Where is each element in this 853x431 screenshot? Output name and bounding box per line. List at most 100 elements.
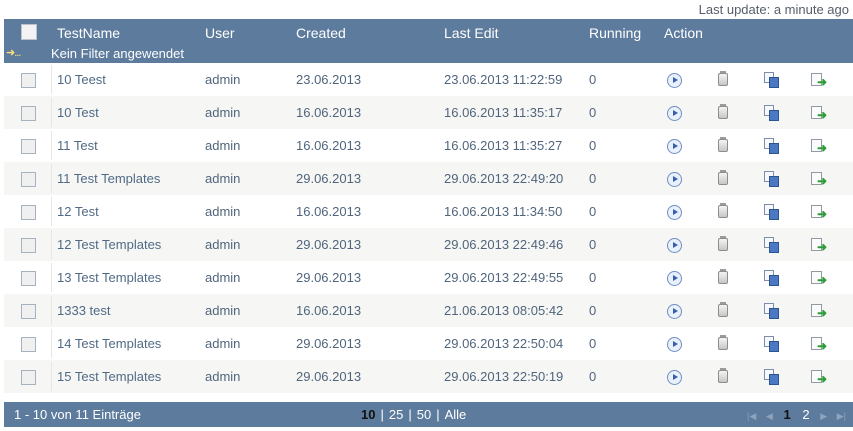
page-link-current[interactable]: 1 — [783, 407, 790, 422]
user-cell: admin — [205, 138, 241, 153]
row-checkbox[interactable] — [21, 106, 36, 121]
export-icon[interactable]: ➜ — [811, 303, 827, 319]
run-icon[interactable] — [667, 271, 682, 286]
copy-icon[interactable] — [764, 336, 780, 352]
row-checkbox[interactable] — [21, 205, 36, 220]
copy-icon[interactable] — [764, 303, 780, 319]
column-header-created[interactable]: Created — [296, 25, 346, 41]
copy-icon[interactable] — [764, 72, 780, 88]
prev-page-icon[interactable]: ◀ — [766, 411, 773, 421]
separator: | — [436, 407, 440, 422]
test-name-link[interactable]: 15 Test Templates — [57, 369, 161, 384]
table-row[interactable]: 13 Test Templates admin 29.06.2013 29.06.20… — [4, 261, 853, 294]
row-checkbox[interactable] — [21, 370, 36, 385]
copy-icon[interactable] — [764, 171, 780, 187]
table-row[interactable]: 11 Test Templates admin 29.06.2013 29.06.20… — [4, 162, 853, 195]
delete-icon[interactable] — [718, 104, 728, 119]
column-header-user[interactable]: User — [205, 25, 235, 41]
copy-icon[interactable] — [764, 204, 780, 220]
test-name-link[interactable]: 12 Test Templates — [57, 237, 161, 252]
run-icon[interactable] — [667, 304, 682, 319]
export-icon[interactable]: ➜ — [811, 171, 827, 187]
page-size-option[interactable]: 25 — [389, 407, 403, 422]
row-checkbox[interactable] — [21, 73, 36, 88]
delete-icon[interactable] — [718, 368, 728, 383]
column-header-testname[interactable]: TestName — [57, 25, 120, 41]
export-icon[interactable]: ➜ — [811, 336, 827, 352]
page-link[interactable]: 2 — [802, 407, 809, 422]
page-size-option[interactable]: 50 — [417, 407, 431, 422]
table-row[interactable]: 1333 test admin 16.06.2013 21.06.2013 08:05… — [4, 294, 853, 327]
delete-icon[interactable] — [718, 71, 728, 86]
delete-icon[interactable] — [718, 137, 728, 152]
copy-icon[interactable] — [764, 369, 780, 385]
test-name-link[interactable]: 11 Test — [57, 138, 98, 153]
run-icon[interactable] — [667, 337, 682, 352]
next-page-icon[interactable]: ▶ — [820, 411, 827, 421]
run-icon[interactable] — [667, 139, 682, 154]
run-icon[interactable] — [667, 370, 682, 385]
created-cell: 16.06.2013 — [296, 204, 362, 219]
row-checkbox[interactable] — [21, 139, 36, 154]
table-row[interactable]: 15 Test Templates admin 29.06.2013 29.06.20… — [4, 360, 853, 393]
copy-icon[interactable] — [764, 138, 780, 154]
run-icon[interactable] — [667, 172, 682, 187]
test-name-link[interactable]: 11 Test Templates — [57, 171, 160, 186]
created-cell: 16.06.2013 — [296, 303, 362, 318]
row-checkbox[interactable] — [21, 172, 36, 187]
records-info: 1 - 10 von 11 Einträge — [14, 407, 141, 422]
export-icon[interactable]: ➜ — [811, 138, 827, 154]
run-icon[interactable] — [667, 205, 682, 220]
row-checkbox[interactable] — [21, 271, 36, 286]
export-icon[interactable]: ➜ — [811, 204, 827, 220]
test-name-link[interactable]: 10 Test — [57, 105, 99, 120]
delete-icon[interactable] — [718, 269, 728, 284]
copy-icon[interactable] — [764, 237, 780, 253]
export-icon[interactable]: ➜ — [811, 72, 827, 88]
table-row[interactable]: 10 Test admin 16.06.2013 16.06.2013 11:35:1… — [4, 96, 853, 129]
export-icon[interactable]: ➜ — [811, 270, 827, 286]
test-name-link[interactable]: 10 Teest — [57, 72, 106, 87]
delete-icon[interactable] — [718, 170, 728, 185]
copy-icon[interactable] — [764, 270, 780, 286]
export-icon[interactable]: ➜ — [811, 237, 827, 253]
grid-body: 10 Teest admin 23.06.2013 23.06.2013 11:22:… — [4, 63, 853, 393]
table-row[interactable]: 12 Test Templates admin 29.06.2013 29.06.20… — [4, 228, 853, 261]
user-cell: admin — [205, 204, 241, 219]
user-cell: admin — [205, 369, 241, 384]
export-icon[interactable]: ➜ — [811, 369, 827, 385]
select-all-checkbox[interactable] — [21, 24, 37, 40]
table-row[interactable]: 10 Teest admin 23.06.2013 23.06.2013 11:22:… — [4, 63, 853, 96]
last-page-icon[interactable]: ▶| — [837, 411, 846, 421]
run-icon[interactable] — [667, 73, 682, 88]
delete-icon[interactable] — [718, 335, 728, 350]
page-size-option[interactable]: 10 — [361, 407, 375, 422]
first-page-icon[interactable]: |◀ — [747, 411, 756, 421]
copy-icon[interactable] — [764, 105, 780, 121]
last-edit-cell: 29.06.2013 22:49:20 — [444, 171, 564, 186]
export-icon[interactable]: ➜ — [811, 105, 827, 121]
row-checkbox[interactable] — [21, 238, 36, 253]
page-size-option[interactable]: Alle — [445, 407, 467, 422]
test-name-link[interactable]: 14 Test Templates — [57, 336, 161, 351]
run-icon[interactable] — [667, 238, 682, 253]
delete-icon[interactable] — [718, 236, 728, 251]
user-cell: admin — [205, 237, 241, 252]
test-name-link[interactable]: 12 Test — [57, 204, 99, 219]
row-checkbox[interactable] — [21, 337, 36, 352]
test-name-link[interactable]: 1333 test — [57, 303, 111, 318]
table-row[interactable]: 14 Test Templates admin 29.06.2013 29.06.20… — [4, 327, 853, 360]
user-cell: admin — [205, 105, 241, 120]
column-header-running[interactable]: Running — [589, 25, 641, 41]
last-edit-cell: 16.06.2013 11:34:50 — [444, 204, 563, 219]
run-icon[interactable] — [667, 106, 682, 121]
test-name-link[interactable]: 13 Test Templates — [57, 270, 161, 285]
delete-icon[interactable] — [718, 203, 728, 218]
table-row[interactable]: 11 Test admin 16.06.2013 16.06.2013 11:35:2… — [4, 129, 853, 162]
delete-icon[interactable] — [718, 302, 728, 317]
last-edit-cell: 16.06.2013 11:35:27 — [444, 138, 563, 153]
column-header-last-edit[interactable]: Last Edit — [444, 25, 498, 41]
table-row[interactable]: 12 Test admin 16.06.2013 16.06.2013 11:34:5… — [4, 195, 853, 228]
row-checkbox[interactable] — [21, 304, 36, 319]
filter-icon[interactable]: ➜... — [6, 48, 21, 59]
